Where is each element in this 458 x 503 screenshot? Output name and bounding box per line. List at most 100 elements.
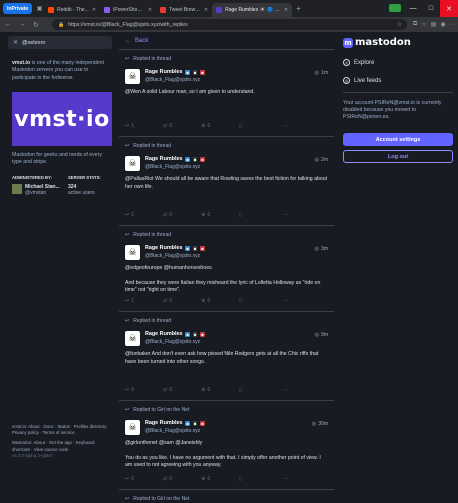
admin-account[interactable]: Michael Stan... @vmstan (12, 184, 60, 196)
bookmark-button[interactable]: ▯ (239, 476, 277, 482)
logout-button[interactable]: Log out (343, 150, 453, 163)
status-timestamp[interactable]: ◎ 2m (315, 157, 328, 163)
reply-button[interactable]: ↩ 0 (125, 387, 163, 393)
status-card[interactable]: ↩ Replied in thread ☠ Rage Rumbles ■ ■ ■ @Black… (119, 50, 334, 137)
tab-close-icon[interactable]: ✕ (148, 7, 152, 13)
favourite-button[interactable]: ★ 0 (201, 212, 239, 218)
forward-arrow-icon[interactable]: → (16, 19, 28, 31)
reply-button[interactable]: ↩ 1 (125, 212, 163, 218)
menu-dots-icon[interactable]: ⋯ (450, 21, 456, 28)
more-options-icon[interactable]: ⋯ (283, 212, 288, 218)
favourite-button[interactable]: ★ 0 (201, 123, 239, 129)
display-name[interactable]: Rage Rumbles ■ ■ ■ (145, 156, 205, 162)
account-settings-button[interactable]: Account settings (343, 133, 453, 146)
browser-tab[interactable]: Tweet Brewer - Self Tootin... ✕ (156, 3, 212, 17)
avatar[interactable]: ☠ (125, 420, 140, 435)
maximize-button[interactable]: □ (422, 0, 440, 17)
boost-button[interactable]: ⇄ 0 (163, 476, 201, 482)
back-arrow-icon[interactable]: ← (2, 19, 14, 31)
collections-icon[interactable]: ▤ (431, 21, 437, 28)
status-timestamp[interactable]: ◎ 1m (315, 70, 328, 76)
display-name-text[interactable]: Rage Rumbles (145, 331, 182, 337)
more-options-icon[interactable]: ⋯ (283, 476, 288, 482)
search-value[interactable]: @selzero (22, 40, 45, 46)
clear-search-icon[interactable]: ✕ (13, 39, 18, 46)
reload-icon[interactable]: ↻ (30, 19, 42, 31)
tab-actions-icon[interactable]: ▣ (35, 4, 44, 13)
avatar[interactable]: ☠ (125, 156, 140, 171)
display-name[interactable]: Rage Rumbles ■ ■ ■ (145, 69, 205, 75)
display-name-text[interactable]: Rage Rumbles (145, 156, 182, 162)
reply-button[interactable]: ↩ 1 (125, 298, 163, 304)
tab-close-icon[interactable]: ✕ (284, 7, 288, 13)
url-text[interactable]: https://vmst.io/@Black_Flag@sjsito.xyz/w… (68, 22, 188, 28)
tab-close-icon[interactable]: ✕ (92, 7, 96, 13)
account-handle[interactable]: @Black_Flag@sjsito.xyz (145, 164, 200, 170)
address-bar[interactable]: 🔒 https://vmst.io/@Black_Flag@sjsito.xyz… (52, 19, 407, 30)
favorites-icon[interactable]: ☆ (421, 21, 426, 28)
admin-handle[interactable]: @vmstan (25, 190, 60, 196)
more-options-icon[interactable]: ⋯ (283, 387, 288, 393)
bookmark-button[interactable]: ▯ (239, 387, 277, 393)
search-input[interactable]: ✕ @selzero (8, 36, 112, 49)
browser-tab[interactable]: iPowerShown - #MastodonSpr... ✕ (100, 3, 156, 17)
inprivate-profile-button[interactable]: InPrivate (3, 3, 33, 14)
status-card[interactable]: ↩ Replied in thread ☠ Rage Rumbles ■ ■ ■ @Black… (119, 312, 334, 401)
status-card[interactable]: ↩ Replied in thread ☠ Rage Rumbles ■ ■ ■ @Black… (119, 137, 334, 226)
bookmark-button[interactable]: ▯ (239, 212, 277, 218)
favourite-button[interactable]: ★ 0 (201, 387, 239, 393)
boost-button[interactable]: ⇄ 0 (163, 212, 201, 218)
profile-icon[interactable]: ◉ (440, 21, 445, 28)
display-name[interactable]: Rage Rumbles ■ ■ ■ (145, 420, 205, 426)
time-text[interactable]: 30m (318, 421, 328, 427)
more-options-icon[interactable]: ⋯ (283, 298, 288, 304)
display-name-text[interactable]: Rage Rumbles (145, 69, 182, 75)
extension-icon[interactable]: ⧉ (413, 21, 417, 28)
lock-icon[interactable]: 🔒 (58, 22, 64, 28)
new-tab-button[interactable]: + (296, 4, 301, 13)
account-handle[interactable]: @Black_Flag@sjsito.xyz (145, 77, 200, 83)
time-text[interactable]: 1m (321, 70, 328, 76)
minimize-button[interactable]: — (404, 0, 422, 17)
display-name-text[interactable]: Rage Rumbles (145, 420, 182, 426)
close-window-button[interactable]: ✕ (440, 0, 458, 17)
admin-avatar[interactable] (12, 184, 22, 194)
tab-close-icon[interactable]: ✕ (204, 7, 208, 13)
browser-tab[interactable]: Reddit - The... ✕ (44, 3, 100, 17)
status-timestamp[interactable]: ◎ 30m (312, 421, 328, 427)
browser-tab-active[interactable]: Rage Rumbles 🏴‍☠️ 🔵 (@Black_Flag... ✕ (212, 3, 293, 17)
boost-button[interactable]: ⇄ 0 (163, 387, 201, 393)
avatar[interactable]: ☠ (125, 245, 140, 260)
boost-button[interactable]: ⇄ 0 (163, 123, 201, 129)
time-text[interactable]: 2m (321, 157, 328, 163)
time-text[interactable]: 9m (321, 332, 328, 338)
status-card[interactable]: ↩Replied to Girl on the Net☠Rage Rumbles… (119, 401, 334, 490)
more-options-icon[interactable]: ⋯ (283, 123, 288, 129)
reply-button[interactable]: ↩ 1 (125, 123, 163, 129)
display-name[interactable]: Rage Rumbles ■ ■ ■ (145, 245, 205, 251)
avatar[interactable]: ☠ (125, 331, 140, 346)
status-timestamp[interactable]: ◎ 9m (315, 332, 328, 338)
boost-button[interactable]: ⇄ 0 (163, 298, 201, 304)
time-text[interactable]: 3m (321, 246, 328, 252)
account-handle[interactable]: @Black_Flag@sjsito.xyz (145, 339, 200, 345)
status-timestamp[interactable]: ◎ 3m (315, 246, 328, 252)
account-handle[interactable]: @Black_Flag@sjsito.xyz (145, 428, 200, 434)
favourite-button[interactable]: ★ 0 (201, 476, 239, 482)
account-handle[interactable]: @Black_Flag@sjsito.xyz (145, 253, 200, 259)
bookmark-star-icon[interactable]: ☆ (397, 21, 402, 28)
bookmark-button[interactable]: ▯ (239, 298, 277, 304)
favourite-button[interactable]: ★ 0 (201, 298, 239, 304)
server-name[interactable]: vmst.io (12, 60, 30, 66)
bookmark-button[interactable]: ▯ (239, 123, 277, 129)
back-button[interactable]: ← Back (119, 32, 334, 50)
status-card[interactable]: ↩ Replied in thread ☠ Rage Rumbles ■ ■ ■ @Black… (119, 226, 334, 312)
nav-live-feeds[interactable]: ◎ Live feeds (343, 77, 381, 84)
reply-button[interactable]: ↩ 0 (125, 476, 163, 482)
display-name-text[interactable]: Rage Rumbles (145, 245, 182, 251)
status-card[interactable]: ↩Replied to Girl on the Net☠Rage Rumbles… (119, 490, 334, 503)
nav-explore[interactable]: # Explore (343, 59, 374, 66)
mastodon-logo[interactable]: m mastodon (343, 37, 411, 48)
avatar[interactable]: ☠ (125, 69, 140, 84)
display-name[interactable]: Rage Rumbles ■ ■ ■ (145, 331, 205, 337)
